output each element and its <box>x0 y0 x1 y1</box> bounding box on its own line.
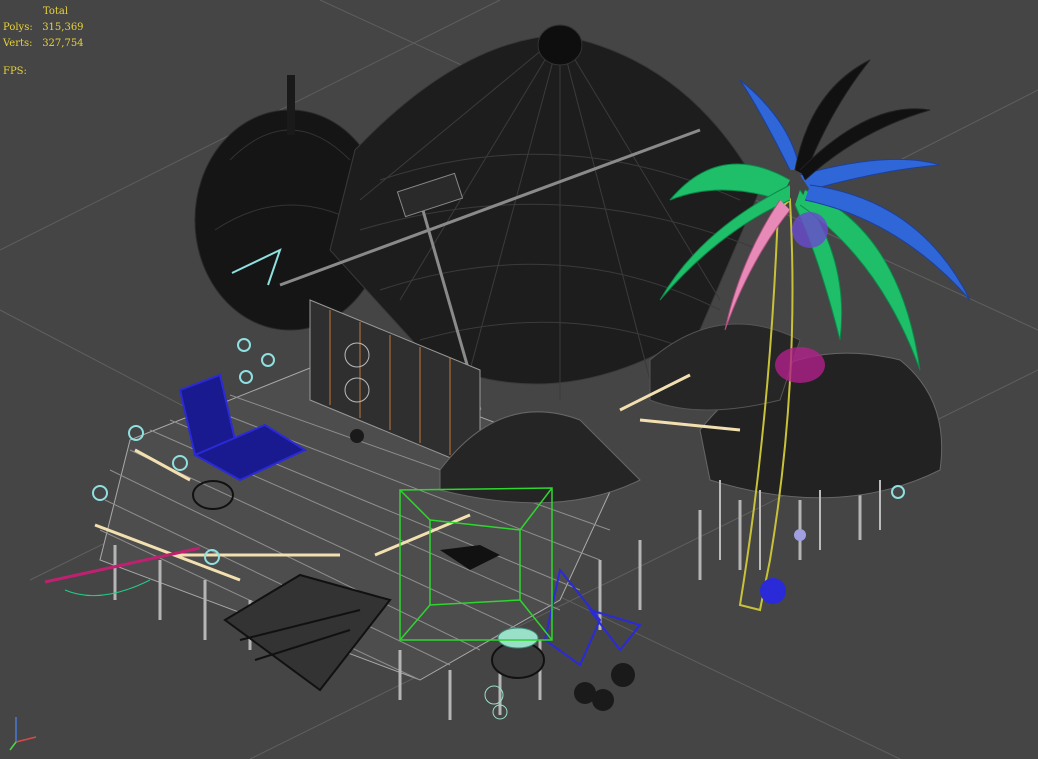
stats-polys-value: 315,369 <box>42 22 84 33</box>
stats-verts-label: Verts: <box>3 38 33 49</box>
axis-gizmo-icon <box>9 717 37 751</box>
stats-verts-row: Verts: 327,754 <box>3 36 84 52</box>
stats-title: Total <box>43 6 69 17</box>
viewport-statistics: Total Polys: 315,369 Verts: 327,754 FPS: <box>3 4 84 80</box>
stats-fps-label: FPS: <box>3 66 27 77</box>
stats-verts-value: 327,754 <box>42 38 84 49</box>
scene-wireframe[interactable] <box>0 0 1038 759</box>
stats-polys-row: Polys: 315,369 <box>3 20 84 36</box>
perspective-viewport[interactable]: Total Polys: 315,369 Verts: 327,754 FPS: <box>0 0 1038 759</box>
rope <box>64 579 151 597</box>
stats-polys-label: Polys: <box>3 22 33 33</box>
